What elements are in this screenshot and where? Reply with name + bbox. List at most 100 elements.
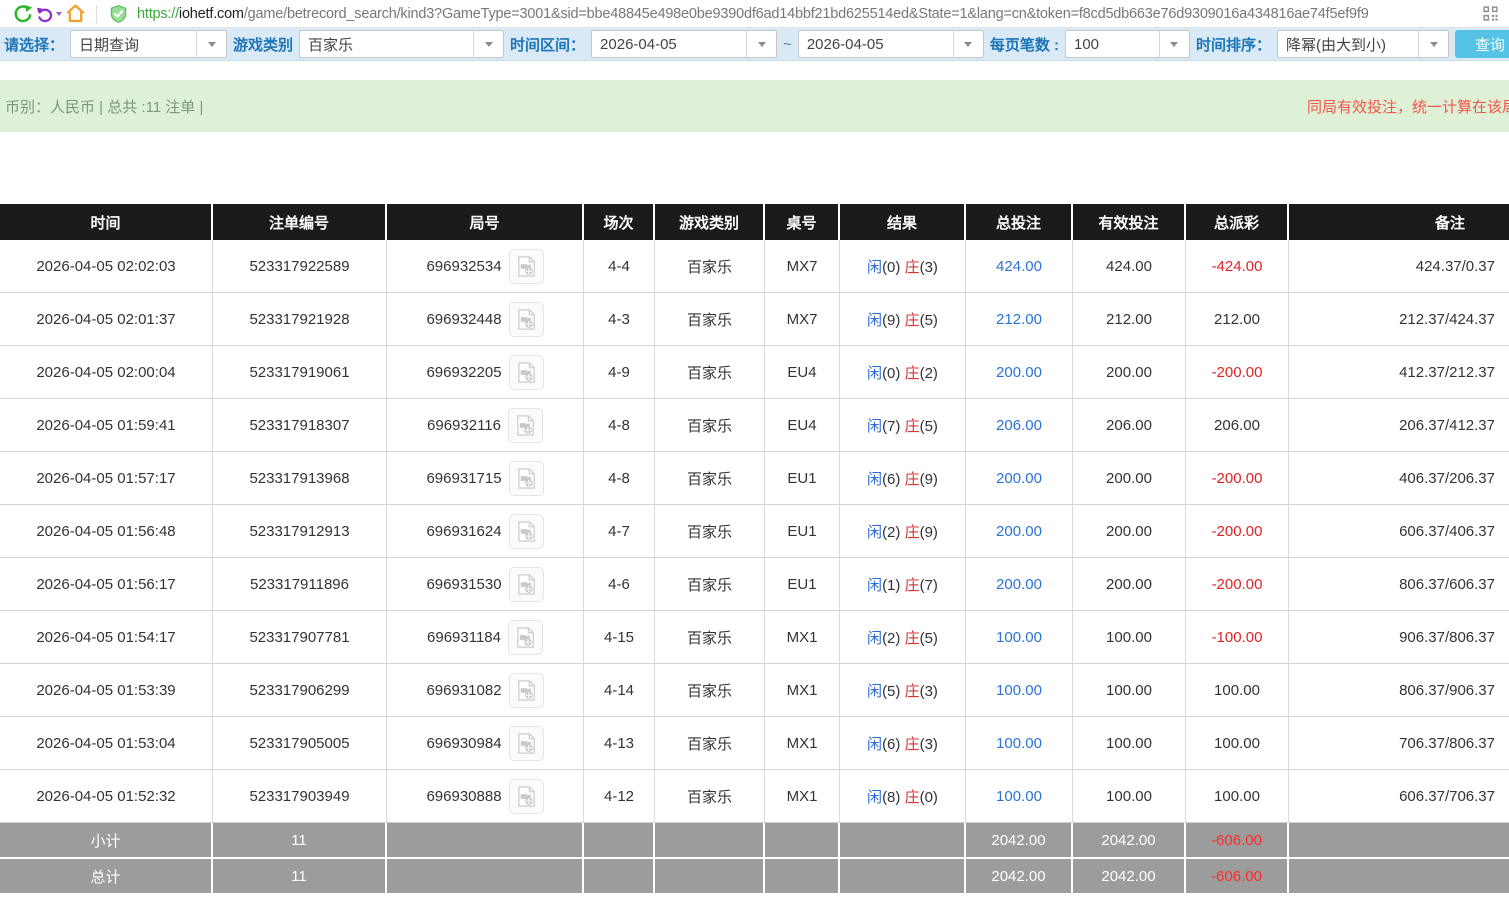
cell-game-type: 百家乐: [655, 558, 765, 611]
round-number: 696930984: [426, 735, 501, 752]
cell-session: 4-14: [584, 664, 655, 717]
cell-game-type: 百家乐: [655, 611, 765, 664]
video-record-icon[interactable]: [509, 567, 544, 602]
video-record-icon[interactable]: [508, 620, 543, 655]
cell-table-no: EU1: [765, 452, 840, 505]
sort-value: 降幂(由大到小): [1278, 31, 1418, 57]
cell-total-bet[interactable]: 206.00: [966, 399, 1073, 452]
video-record-icon[interactable]: [508, 408, 543, 443]
cell-game-type: 百家乐: [655, 399, 765, 452]
cell-valid-bet: 100.00: [1073, 664, 1186, 717]
result-player-points: (6): [882, 471, 900, 488]
footer-empty: [387, 859, 584, 895]
cell-total-bet[interactable]: 100.00: [966, 664, 1073, 717]
result-banker-points: (9): [920, 471, 938, 488]
result-banker-points: (5): [920, 418, 938, 435]
search-mode-select[interactable]: 日期查询: [70, 30, 227, 58]
cell-payout: -200.00: [1186, 505, 1289, 558]
qr-code-icon[interactable]: [1477, 2, 1503, 26]
video-record-icon[interactable]: [509, 514, 544, 549]
search-button[interactable]: 查询: [1455, 30, 1509, 58]
chevron-down-icon[interactable]: [1418, 31, 1448, 57]
video-record-icon[interactable]: [509, 302, 544, 337]
column-header: 桌号: [765, 204, 840, 240]
cell-remark: 206.37/412.37: [1289, 399, 1509, 452]
table-row: 2026-04-05 01:59:41523317918307696932116…: [0, 399, 1509, 452]
cell-total-bet[interactable]: 200.00: [966, 346, 1073, 399]
back-undo-icon[interactable]: [36, 2, 62, 26]
per-page-label: 每页笔数 :: [990, 34, 1059, 55]
footer-empty: [584, 859, 655, 895]
result-banker-label: 庄: [905, 683, 920, 700]
cell-time: 2026-04-05 01:59:41: [0, 399, 213, 452]
cell-remark: 606.37/406.37: [1289, 505, 1509, 558]
video-record-icon[interactable]: [509, 726, 544, 761]
cell-result: 闲(6) 庄(3): [840, 717, 966, 770]
cell-bet-id: 523317922589: [213, 240, 387, 293]
cell-remark: 424.37/0.37: [1289, 240, 1509, 293]
footer-empty: [840, 859, 966, 895]
shield-check-icon[interactable]: [105, 2, 131, 26]
cell-total-bet[interactable]: 424.00: [966, 240, 1073, 293]
cell-valid-bet: 200.00: [1073, 558, 1186, 611]
column-header: 场次: [584, 204, 655, 240]
game-type-select[interactable]: 百家乐: [299, 30, 504, 58]
chevron-down-icon[interactable]: [196, 31, 226, 57]
chevron-down-icon[interactable]: [746, 31, 776, 57]
column-header: 备注: [1289, 204, 1509, 240]
cell-valid-bet: 424.00: [1073, 240, 1186, 293]
date-to-select[interactable]: 2026-04-05: [798, 30, 984, 58]
per-page-select[interactable]: 100: [1065, 30, 1190, 58]
sort-select[interactable]: 降幂(由大到小): [1277, 30, 1449, 58]
bet-record-table: 时间注单编号局号场次游戏类别桌号结果总投注有效投注总派彩备注 2026-04-0…: [0, 204, 1509, 895]
cell-bet-id: 523317912913: [213, 505, 387, 558]
footer-total-bet: 2042.00: [966, 823, 1073, 859]
table-row: 2026-04-05 01:56:48523317912913696931624…: [0, 505, 1509, 558]
chevron-down-icon[interactable]: [953, 31, 983, 57]
cell-payout: 212.00: [1186, 293, 1289, 346]
cell-time: 2026-04-05 02:01:37: [0, 293, 213, 346]
chevron-down-icon[interactable]: [473, 31, 503, 57]
cell-total-bet[interactable]: 100.00: [966, 611, 1073, 664]
cell-total-bet[interactable]: 212.00: [966, 293, 1073, 346]
footer-label: 小计: [0, 823, 213, 859]
video-record-icon[interactable]: [509, 355, 544, 390]
spacer: [0, 132, 1509, 204]
refresh-icon[interactable]: [10, 2, 36, 26]
cell-payout: -200.00: [1186, 346, 1289, 399]
cell-round: 696932448: [387, 293, 584, 346]
video-record-icon[interactable]: [509, 461, 544, 496]
address-bar[interactable]: https://iohetf.com/game/betrecord_search…: [137, 6, 1473, 22]
cell-round: 696930984: [387, 717, 584, 770]
cell-total-bet[interactable]: 200.00: [966, 558, 1073, 611]
video-record-icon[interactable]: [509, 249, 544, 284]
round-number: 696931624: [426, 523, 501, 540]
column-header: 总派彩: [1186, 204, 1289, 240]
table-row: 2026-04-05 01:57:17523317913968696931715…: [0, 452, 1509, 505]
cell-payout: -100.00: [1186, 611, 1289, 664]
footer-empty: [655, 859, 765, 895]
column-header: 游戏类别: [655, 204, 765, 240]
cell-time: 2026-04-05 01:53:39: [0, 664, 213, 717]
video-record-icon[interactable]: [509, 779, 544, 814]
summary-row: 小计112042.002042.00-606.00: [0, 823, 1509, 859]
chevron-down-icon[interactable]: [1159, 31, 1189, 57]
cell-result: 闲(7) 庄(5): [840, 399, 966, 452]
cell-total-bet[interactable]: 100.00: [966, 717, 1073, 770]
cell-table-no: MX1: [765, 664, 840, 717]
round-number: 696931184: [427, 629, 501, 646]
home-icon[interactable]: [62, 2, 88, 26]
result-player-points: (8): [882, 789, 900, 806]
cell-total-bet[interactable]: 200.00: [966, 452, 1073, 505]
date-from-select[interactable]: 2026-04-05: [591, 30, 777, 58]
cell-total-bet[interactable]: 200.00: [966, 505, 1073, 558]
result-player-label: 闲: [867, 312, 882, 329]
table-row: 2026-04-05 02:00:04523317919061696932205…: [0, 346, 1509, 399]
cell-session: 4-3: [584, 293, 655, 346]
video-record-icon[interactable]: [509, 673, 544, 708]
cell-remark: 906.37/806.37: [1289, 611, 1509, 664]
date-from-value: 2026-04-05: [592, 31, 746, 57]
cell-result: 闲(0) 庄(2): [840, 346, 966, 399]
cell-result: 闲(6) 庄(9): [840, 452, 966, 505]
cell-total-bet[interactable]: 100.00: [966, 770, 1073, 823]
